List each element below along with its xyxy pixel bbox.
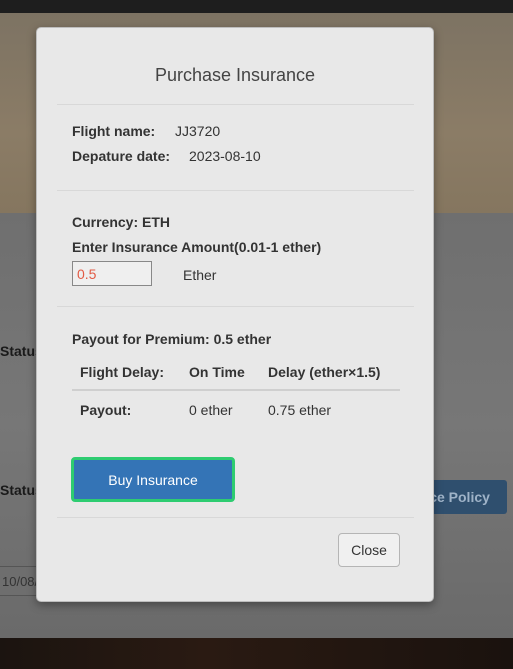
table-header-on-time: On Time xyxy=(189,364,245,380)
buy-insurance-button[interactable]: Buy Insurance xyxy=(71,457,235,502)
flight-name-value: JJ3720 xyxy=(175,123,221,139)
table-cell-delay-payout: 0.75 ether xyxy=(268,402,332,418)
divider xyxy=(57,190,414,191)
purchase-insurance-modal: Purchase Insurance Flight name: JJ3720 D… xyxy=(36,27,434,602)
insurance-amount-input[interactable] xyxy=(72,261,152,286)
payout-premium-label: Payout for Premium: 0.5 ether xyxy=(72,331,272,347)
page-footer-image xyxy=(0,638,513,669)
amount-label: Enter Insurance Amount(0.01-1 ether) xyxy=(72,239,322,255)
departure-date-label: Depature date: xyxy=(72,148,171,164)
table-cell-on-time-payout: 0 ether xyxy=(189,402,233,418)
top-navbar xyxy=(0,0,513,13)
flight-name-label: Flight name: xyxy=(72,123,156,139)
table-cell-payout-label: Payout: xyxy=(80,402,132,418)
divider xyxy=(57,306,414,307)
modal-title: Purchase Insurance xyxy=(154,65,316,85)
table-header-delay: Delay (ether×1.5) xyxy=(268,364,381,380)
divider xyxy=(57,104,414,105)
table-header-flight-delay: Flight Delay: xyxy=(80,364,165,380)
table-divider xyxy=(72,389,400,391)
close-button[interactable]: Close xyxy=(338,533,400,567)
amount-unit: Ether xyxy=(183,267,217,283)
currency-label: Currency: ETH xyxy=(72,214,171,230)
divider xyxy=(57,517,414,518)
departure-date-value: 2023-08-10 xyxy=(189,148,261,164)
